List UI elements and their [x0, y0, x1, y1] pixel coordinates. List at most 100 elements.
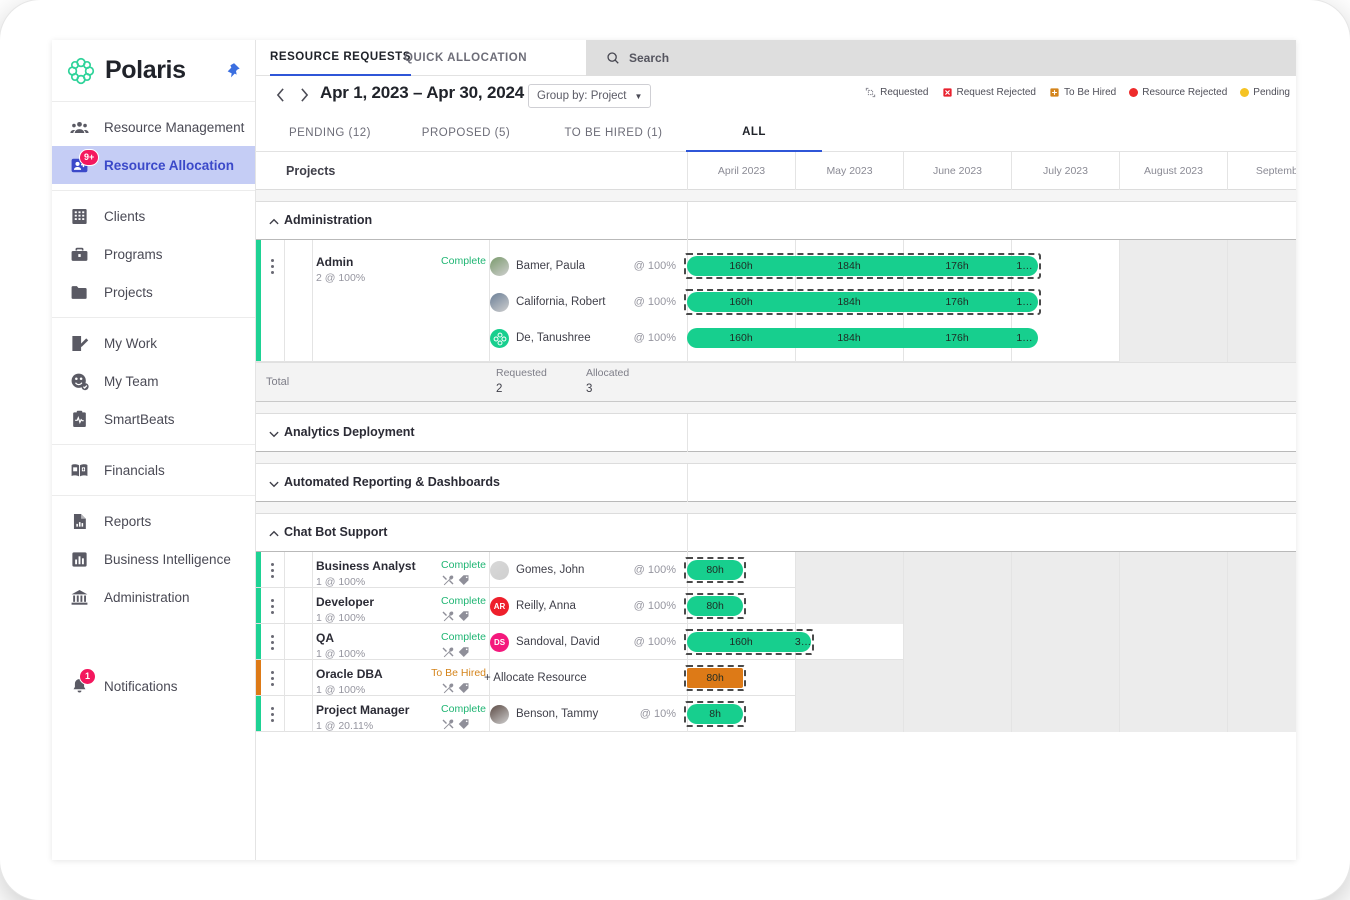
- sidebar-item-clients[interactable]: Clients: [52, 197, 255, 235]
- pin-icon[interactable]: [225, 62, 241, 83]
- sidebar-item-financials[interactable]: Financials: [52, 451, 255, 489]
- group-header-administration[interactable]: Administration: [256, 202, 1296, 240]
- bar-value: 160h: [729, 260, 753, 272]
- sidebar-item-label: Reports: [104, 513, 152, 529]
- out-of-range-area: [795, 660, 1296, 696]
- row-menu-button[interactable]: [270, 669, 274, 688]
- group-header-automated-reporting-dashboards[interactable]: Automated Reporting & Dashboards: [256, 464, 1296, 502]
- tab-quick-allocation-label: QUICK ALLOCATION: [404, 52, 528, 64]
- tab-resource-requests-label: RESOURCE REQUESTS: [270, 51, 411, 63]
- sidebar-item-resource-allocation[interactable]: 9+ Resource Allocation: [52, 146, 255, 184]
- sidebar-item-label: Resource Management: [104, 119, 245, 135]
- status-accent-bar: [256, 588, 261, 623]
- sidebar-item-my-team[interactable]: My Team: [52, 362, 255, 400]
- sidebar-item-administration[interactable]: Administration: [52, 578, 255, 616]
- sidebar-item-programs[interactable]: Programs: [52, 235, 255, 273]
- sidebar-item-business-intelligence[interactable]: Business Intelligence: [52, 540, 255, 578]
- allocation-bar[interactable]: 80h: [687, 596, 744, 616]
- allocation-bar[interactable]: 160h 184h 176h 1…: [687, 328, 1038, 348]
- out-of-range-area: [795, 696, 1296, 732]
- chevron-up-icon[interactable]: [268, 215, 280, 227]
- sidebar: Polaris Resource Management 9+ Resource Al…: [52, 40, 256, 860]
- to-be-hired-icon: [1049, 87, 1060, 98]
- avatar: [490, 293, 509, 312]
- resource-name: Reilly, Anna: [516, 600, 576, 612]
- grid-divider: [1227, 240, 1228, 362]
- report-page-icon: [68, 510, 90, 532]
- grid-divider: [1119, 696, 1120, 732]
- chevron-down-icon[interactable]: [268, 427, 280, 439]
- allocation-bar[interactable]: 160h 3…: [687, 632, 811, 652]
- grid-divider: [312, 660, 313, 696]
- search-icon: [606, 51, 620, 65]
- request-row-oracle-dba: Oracle DBA 1 @ 100% To Be Hired + Alloca…: [256, 660, 1296, 696]
- sidebar-item-reports[interactable]: Reports: [52, 502, 255, 540]
- total-row: Total Requested 2 Allocated 3: [256, 362, 1296, 402]
- total-requested-label: Requested: [496, 367, 547, 379]
- main-panel: RESOURCE REQUESTS QUICK ALLOCATION Searc…: [256, 40, 1296, 860]
- tab-quick-allocation[interactable]: QUICK ALLOCATION: [404, 40, 527, 76]
- allocation-bar[interactable]: 8h: [687, 704, 744, 724]
- bar-value: 176h: [945, 296, 969, 308]
- group-spacer: [256, 190, 1296, 202]
- allocate-resource-link[interactable]: + Allocate Resource: [484, 672, 587, 684]
- status-tab-to-be-hired[interactable]: TO BE HIRED (1): [546, 114, 681, 152]
- row-menu-button[interactable]: [270, 633, 274, 652]
- bar-value: 160h: [729, 296, 753, 308]
- role-tools: [442, 717, 470, 735]
- sidebar-item-projects[interactable]: Projects: [52, 273, 255, 311]
- allocation-bar[interactable]: 160h 184h 176h 1…: [687, 292, 1038, 312]
- dot-icon: [1129, 88, 1139, 97]
- row-menu-button[interactable]: [270, 561, 274, 580]
- status-tab-label: ALL: [742, 126, 766, 138]
- group-header-analytics-deployment[interactable]: Analytics Deployment: [256, 414, 1296, 452]
- month-header: September: [1227, 152, 1296, 190]
- sidebar-item-label: Business Intelligence: [104, 551, 231, 567]
- sidebar-item-resource-management[interactable]: Resource Management: [52, 108, 255, 146]
- tool-icon[interactable]: [442, 717, 454, 735]
- group-by-dropdown[interactable]: Group by: Project ▼: [528, 84, 652, 108]
- allocation-bar[interactable]: 80h: [687, 560, 744, 580]
- tab-resource-requests[interactable]: RESOURCE REQUESTS: [270, 40, 411, 76]
- role-subtext: 1 @ 100%: [316, 648, 366, 660]
- sidebar-item-smartbeats[interactable]: SmartBeats: [52, 400, 255, 438]
- allocation-bar[interactable]: 160h 184h 176h 1…: [687, 256, 1038, 276]
- sidebar-item-label: My Work: [104, 335, 157, 351]
- grid-divider: [903, 624, 904, 660]
- chevron-down-icon[interactable]: [268, 477, 280, 489]
- status-tab-pending[interactable]: PENDING (12): [270, 114, 390, 152]
- row-menu-button[interactable]: [270, 705, 274, 724]
- status-tab-proposed[interactable]: PROPOSED (5): [401, 114, 531, 152]
- avatar: [490, 257, 509, 276]
- tag-icon[interactable]: [458, 717, 470, 735]
- prev-period-button[interactable]: [270, 85, 290, 105]
- top-tab-bar: RESOURCE REQUESTS QUICK ALLOCATION Searc…: [256, 40, 1296, 76]
- resource-percent: @ 100%: [633, 260, 676, 272]
- request-status: Complete: [441, 703, 486, 715]
- legend-item-resource-rejected: Resource Rejected: [1129, 87, 1227, 98]
- grid-divider: [284, 660, 285, 696]
- sidebar-item-my-work[interactable]: My Work: [52, 324, 255, 362]
- avatar: [490, 561, 509, 580]
- allocation-bar[interactable]: 80h: [687, 668, 744, 688]
- grid-divider: [687, 202, 688, 240]
- group-name: Administration: [284, 213, 373, 227]
- next-period-button[interactable]: [294, 85, 314, 105]
- notifications-block: 1 Notifications: [52, 665, 256, 707]
- row-menu-button[interactable]: [270, 257, 274, 276]
- request-status: Complete: [441, 595, 486, 607]
- status-accent-bar: [256, 660, 261, 695]
- group-header-chat-bot-support[interactable]: Chat Bot Support: [256, 514, 1296, 552]
- search-input[interactable]: Search: [586, 40, 1296, 76]
- request-row-qa: QA 1 @ 100% Complete DS Sandoval, David @ …: [256, 624, 1296, 660]
- clipboard-edit-icon: [68, 332, 90, 354]
- resource-name: De, Tanushree: [516, 332, 591, 344]
- role-subtext: 1 @ 100%: [316, 612, 366, 624]
- bar-value: 176h: [945, 332, 969, 344]
- chevron-up-icon[interactable]: [268, 527, 280, 539]
- status-tab-all[interactable]: ALL: [686, 114, 822, 152]
- row-menu-button[interactable]: [270, 597, 274, 616]
- sidebar-item-label: My Team: [104, 373, 159, 389]
- sidebar-item-notifications[interactable]: 1 Notifications: [52, 665, 256, 707]
- grid-divider: [1011, 552, 1012, 588]
